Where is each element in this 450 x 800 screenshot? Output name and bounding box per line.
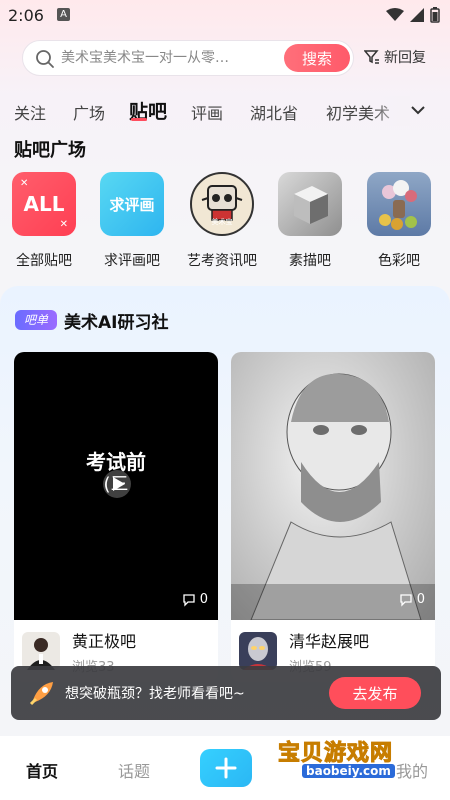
tab-critique[interactable]: 评画	[191, 100, 223, 124]
nav-home[interactable]: 首页	[26, 758, 58, 782]
chevron-down-icon[interactable]	[410, 102, 426, 118]
tab-bar: 关注 广场 贴吧 评画 湖北省 初学美术	[0, 96, 450, 126]
category-exam-news-tieba[interactable]: 美术宝 艺考资讯吧	[182, 172, 262, 270]
publish-prompt-toast: 想突破瓶颈？找老师看看吧~ 去发布	[11, 666, 441, 720]
section-title: 贴吧广场	[14, 140, 86, 161]
sparkle-icon: ✕	[59, 219, 68, 230]
critique-icon-text: 求评画	[109, 196, 155, 214]
publish-button[interactable]: 去发布	[329, 677, 421, 709]
cube-icon	[294, 186, 328, 224]
all-icon-text: ALL	[23, 192, 65, 216]
tab-follow[interactable]: 关注	[14, 100, 46, 124]
ultraman-avatar-icon	[243, 637, 273, 670]
search-button[interactable]: 搜索	[284, 44, 350, 72]
all-tieba-icon: ALL ✕ ✕	[12, 172, 76, 236]
tabs-fade	[370, 96, 410, 126]
watermark-text: 宝贝游戏网	[277, 741, 394, 767]
still-life-icon	[367, 172, 431, 236]
category-sketch-tieba[interactable]: 素描吧	[270, 172, 350, 270]
post-card[interactable]: 0 清华赵展吧 浏览59	[231, 352, 435, 682]
toast-text: 想突破瓶颈？找老师看看吧~	[65, 686, 245, 702]
comment-count-value: 0	[199, 592, 208, 607]
author-name[interactable]: 黄正极吧	[72, 628, 136, 652]
category-label: 艺考资讯吧	[187, 253, 257, 269]
category-all-tieba[interactable]: ALL ✕ ✕ 全部贴吧	[4, 172, 84, 270]
category-label: 全部贴吧	[16, 253, 72, 269]
tab-hubei[interactable]: 湖北省	[250, 100, 298, 124]
person-avatar-icon	[27, 638, 55, 670]
post-image[interactable]	[231, 352, 435, 621]
category-label: 求评画吧	[104, 253, 160, 269]
add-post-button[interactable]	[200, 749, 252, 787]
plaster-bust-image	[250, 373, 422, 621]
author-name[interactable]: 清华赵展吧	[289, 628, 369, 652]
new-reply-button[interactable]: 新回复	[364, 47, 426, 67]
category-critique-tieba[interactable]: 求评画 求评画吧	[92, 172, 172, 270]
comment-icon	[183, 593, 195, 607]
wifi-icon	[386, 8, 404, 21]
critique-icon: 求评画	[100, 172, 164, 236]
plus-icon	[215, 757, 237, 779]
signal-icon	[410, 8, 424, 22]
category-color-tieba[interactable]: 色彩吧	[359, 172, 439, 270]
battery-icon	[430, 7, 440, 23]
search-icon	[36, 50, 54, 68]
nav-topic[interactable]: 话题	[118, 758, 150, 782]
list-badge: 吧单	[15, 310, 57, 330]
video-thumbnail[interactable]: 考试前 (三	[14, 352, 218, 620]
tab-tieba[interactable]: 贴吧	[129, 97, 167, 124]
status-icons	[386, 7, 440, 23]
category-label: 素描吧	[289, 253, 331, 269]
comment-count-value: 0	[416, 592, 425, 607]
exam-news-icon: 美术宝	[190, 172, 254, 236]
rocket-icon	[29, 682, 53, 706]
panel-title[interactable]: 美术AI研习社	[64, 308, 168, 333]
play-icon[interactable]	[102, 469, 132, 499]
tab-square[interactable]: 广场	[73, 100, 105, 124]
status-time: 2:06	[8, 6, 44, 25]
category-label: 色彩吧	[378, 253, 420, 269]
comment-count: 0	[399, 592, 425, 607]
search-input[interactable]	[61, 41, 261, 75]
sketch-cube-icon	[278, 172, 342, 236]
comment-icon	[400, 593, 412, 607]
search-bar: 搜索	[22, 40, 354, 76]
watermark-url: baobeiy.com	[302, 764, 395, 778]
new-reply-label: 新回复	[384, 50, 426, 66]
status-bar: 2:06 A	[0, 0, 450, 32]
filter-reply-icon	[364, 50, 379, 64]
avatar[interactable]	[22, 632, 60, 670]
avatar[interactable]	[239, 632, 277, 670]
notification-icon: A	[57, 8, 70, 21]
flowers-icon	[379, 180, 417, 230]
sparkle-icon: ✕	[20, 178, 29, 189]
exam-icon-text: 美术宝	[211, 218, 233, 226]
post-card[interactable]: 考试前 (三 0 黄正极吧 浏览33	[14, 352, 218, 682]
watermark: 宝贝游戏网 baobeiy.com	[272, 732, 442, 782]
comment-count: 0	[182, 592, 208, 607]
